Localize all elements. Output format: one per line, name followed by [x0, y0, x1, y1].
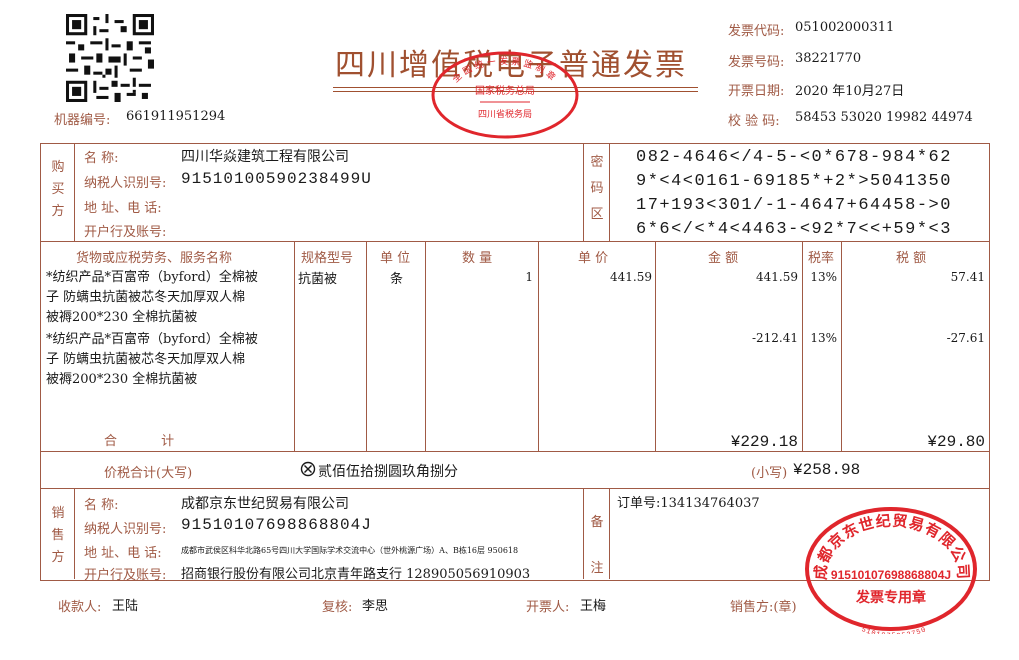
stamp-text: 91510107698868804J — [831, 568, 951, 582]
seller-invoice-stamp: 成都京东世纪贸易有限公司 91510107698868804J 发票专用章 51… — [805, 507, 977, 634]
item-amount: -212.41 — [751, 331, 798, 345]
divider — [841, 241, 842, 451]
seller-name-label: 名 称: — [84, 498, 119, 513]
divider — [655, 241, 656, 451]
divider — [583, 143, 584, 241]
cipher-line: 9*<4<0161-69185*+2*>5041350 — [636, 172, 952, 191]
item-amount: 441.59 — [756, 270, 798, 284]
buyer-name-label: 名 称: — [84, 151, 119, 166]
seller-seal-label: 销售方:(章) — [730, 600, 797, 615]
header-unit: 单 位 — [380, 251, 411, 266]
buyer-name: 四川华焱建筑工程有限公司 — [181, 149, 349, 165]
header-spec: 规格型号 — [301, 251, 354, 266]
machine-number: 661911951294 — [126, 109, 226, 124]
buyer-side-label: 购 买 方 — [51, 160, 65, 219]
header-tax: 税 额 — [896, 251, 927, 266]
total-amount: ¥229.18 — [730, 433, 798, 451]
total-label: 合 计 — [104, 434, 175, 449]
divider — [802, 241, 803, 451]
divider — [74, 488, 75, 579]
buyer-bank-label: 开户行及账号: — [84, 225, 167, 240]
invoice-date: 2020 年10月27日 — [795, 84, 905, 99]
seller-address-label: 地 址、电 话: — [84, 546, 162, 561]
grand-total-label: 价税合计(大写) — [104, 466, 193, 481]
qr-code — [66, 14, 154, 102]
divider — [40, 488, 989, 489]
cipher-line: 082-4646</4-5-<0*678-984*62 — [636, 148, 952, 167]
machine-number-label: 机器编号: — [54, 113, 111, 128]
invoice-code-label: 发票代码: — [728, 24, 785, 39]
seller-bank-label: 开户行及账号: — [84, 568, 167, 583]
divider — [609, 488, 610, 579]
item-rate: 13% — [810, 331, 837, 345]
drawer-label: 开票人: — [526, 600, 570, 615]
stamp-text: 四川省税务局 — [478, 108, 532, 120]
invoice-date-label: 开票日期: — [728, 84, 785, 99]
divider — [40, 451, 989, 452]
header-qty: 数 量 — [462, 251, 493, 266]
divider — [583, 488, 584, 579]
cipher-line: 17+193<301/-1-4647+64458->0 — [636, 196, 952, 215]
stamp-text: 发票专用章 — [855, 589, 926, 606]
stamp-text: 国家税务总局 — [475, 84, 535, 97]
divider — [538, 241, 539, 451]
reviewer-label: 复核: — [322, 600, 353, 615]
item-price: 441.59 — [610, 270, 652, 284]
divider — [425, 241, 426, 451]
seller-bank: 招商银行股份有限公司北京青年路支行 128905056910903 — [181, 567, 531, 582]
invoice-code: 051002000311 — [795, 20, 895, 35]
total-tax: ¥29.80 — [927, 433, 985, 451]
seller-tax-id: 91510107698868804J — [181, 516, 372, 534]
cipher-line: 6*6</<*4<4463-<92*7<<+59*<3 — [636, 220, 952, 239]
check-code: 58453 53020 19982 44974 — [795, 110, 973, 125]
drawer: 王梅 — [580, 599, 607, 614]
seller-address: 成都市武侯区科华北路65号四川大学国际学术交流中心（世外桃源广场）A、B栋16层… — [181, 546, 519, 555]
buyer-tax-id-label: 纳税人识别号: — [84, 176, 167, 191]
cipher-area: 082-4646</4-5-<0*678-984*62 9*<4<0161-69… — [636, 146, 952, 242]
buyer-tax-id: 91510100590238499U — [181, 170, 372, 188]
divider — [74, 143, 75, 241]
item-name: *纺织产品*百富帝（byford）全棉被 子 防螨虫抗菌被芯冬天加厚双人棉 被褥… — [46, 270, 258, 325]
item-qty: 1 — [525, 270, 533, 284]
header-rate: 税率 — [808, 251, 835, 266]
payee-label: 收款人: — [58, 600, 102, 615]
item-tax: 57.41 — [950, 270, 985, 284]
seller-tax-id-label: 纳税人识别号: — [84, 522, 167, 537]
remarks-text: 订单号:134134764037 — [617, 496, 760, 511]
divider — [366, 241, 367, 451]
item-unit: 条 — [390, 272, 404, 287]
check-code-label: 校 验 码: — [728, 114, 780, 129]
grand-total-upper: 贰佰伍拾捌圆玖角捌分 — [318, 464, 458, 480]
item-name: *纺织产品*百富帝（byford）全棉被 子 防螨虫抗菌被芯冬天加厚双人棉 被褥… — [46, 332, 258, 387]
divider — [294, 241, 295, 451]
buyer-address-label: 地 址、电 话: — [84, 201, 162, 216]
cipher-side-label: 密 码 区 — [590, 155, 604, 222]
header-item-name: 货物或应税劳务、服务名称 — [76, 251, 233, 266]
circle-x-icon — [300, 461, 316, 477]
payee: 王陆 — [112, 599, 139, 614]
invoice-number: 38221770 — [795, 51, 862, 66]
header-price: 单 价 — [578, 251, 609, 266]
header-amount: 金 额 — [708, 251, 739, 266]
reviewer: 李思 — [362, 599, 389, 614]
grand-total-lower: ¥258.98 — [793, 461, 861, 479]
tax-bureau-stamp: 全国统一发票监制章 国家税务总局 四川省税务局 — [431, 51, 579, 139]
seller-name: 成都京东世纪贸易有限公司 — [181, 496, 349, 512]
remarks-side-label: 备 注 — [590, 515, 604, 576]
invoice-number-label: 发票号码: — [728, 55, 785, 70]
seller-side-label: 销 售 方 — [51, 506, 65, 565]
item-spec: 抗菌被 — [298, 272, 338, 287]
grand-total-lower-label: (小写) — [751, 466, 788, 481]
divider — [609, 143, 610, 241]
item-rate: 13% — [810, 270, 837, 284]
item-tax: -27.61 — [946, 331, 985, 345]
